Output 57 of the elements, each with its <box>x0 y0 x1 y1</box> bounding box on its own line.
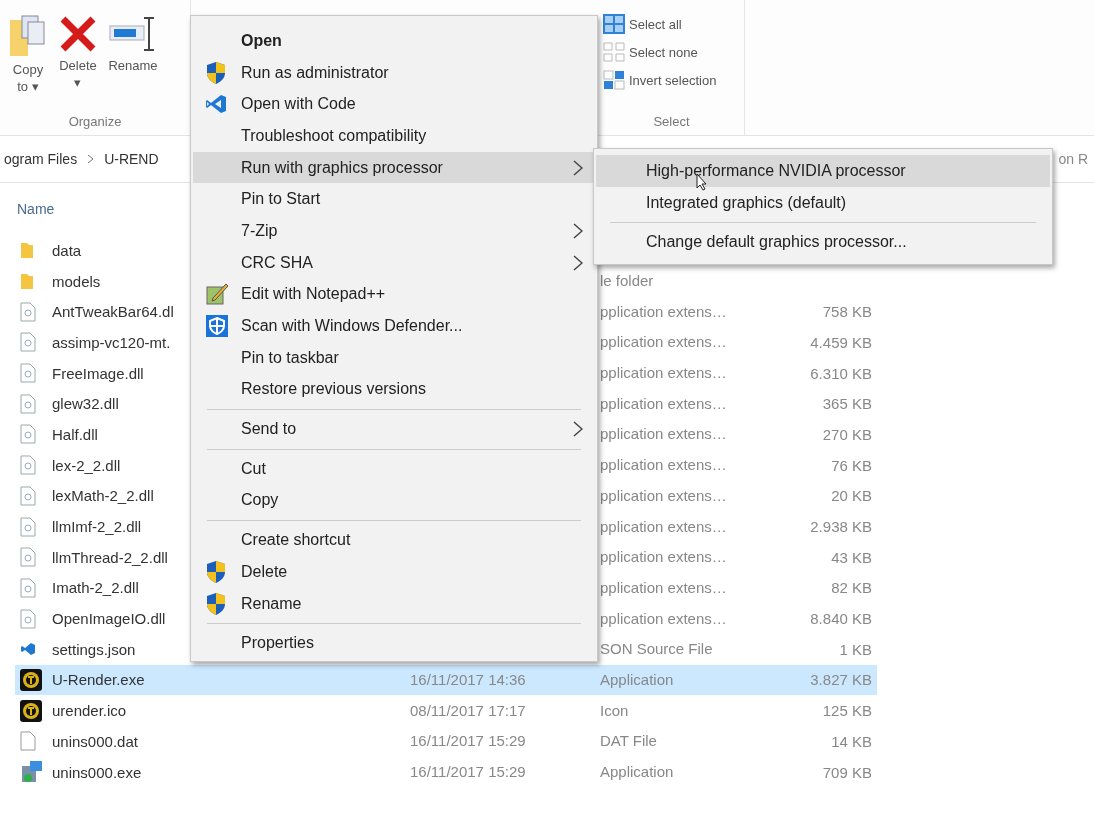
file-size: 709 KB <box>822 763 872 781</box>
file-type: pplication extens… <box>600 425 727 443</box>
file-type: pplication extens… <box>600 548 727 566</box>
file-size: 6.310 KB <box>810 364 872 382</box>
file-size: 2.938 KB <box>810 518 872 536</box>
file-type: DAT File <box>600 732 657 750</box>
file-type: pplication extens… <box>600 609 727 627</box>
file-date: 16/11/2017 14:36 <box>410 670 526 688</box>
file-type: pplication extens… <box>600 517 727 535</box>
file-size: 76 KB <box>831 456 872 474</box>
file-size: 1 KB <box>839 640 872 658</box>
file-name: lexMath-2_2.dll <box>52 487 154 505</box>
file-name: U-Render.exe <box>52 671 145 689</box>
group-label: Select <box>653 114 690 129</box>
file-name: AntTweakBar64.dl <box>52 303 174 321</box>
file-type: pplication extens… <box>600 578 727 596</box>
file-name: Imath-2_2.dll <box>52 579 139 597</box>
file-size: 8.840 KB <box>810 610 872 628</box>
file-size: 365 KB <box>822 395 872 413</box>
file-name: FreeImage.dll <box>52 364 144 382</box>
file-type: Application <box>600 670 674 688</box>
file-size: 4.459 KB <box>810 333 872 351</box>
file-name: glew32.dll <box>52 395 119 413</box>
file-name: settings.json <box>52 640 136 658</box>
group-label: Organize <box>68 114 122 129</box>
file-name: models <box>52 272 101 290</box>
file-date: 16/11/2017 15:29 <box>410 763 526 781</box>
file-date: 08/11/2017 17:17 <box>410 701 526 719</box>
file-name: unins000.dat <box>52 732 138 750</box>
file-type: pplication extens… <box>600 302 727 320</box>
file-size: 3.827 KB <box>810 671 872 689</box>
file-size: 14 KB <box>831 732 872 750</box>
file-name: unins000.exe <box>52 763 142 781</box>
file-name: OpenImageIO.dll <box>52 610 166 628</box>
file-type: pplication extens… <box>600 394 727 412</box>
file-name: Half.dll <box>52 425 98 443</box>
file-type: Icon <box>600 701 629 719</box>
file-name: llmImf-2_2.dll <box>52 518 142 536</box>
file-name: urender.ico <box>52 702 127 720</box>
file-size: 125 KB <box>822 702 872 720</box>
file-size: 82 KB <box>831 579 872 597</box>
file-type: Application <box>600 763 674 781</box>
file-type: pplication extens… <box>600 456 727 474</box>
file-type: pplication extens… <box>600 486 727 504</box>
file-name: data <box>52 241 82 259</box>
file-size: 20 KB <box>831 487 872 505</box>
file-name: assimp-vc120-mt. <box>52 333 171 351</box>
file-type: pplication extens… <box>600 333 727 351</box>
file-type: SON Source File <box>600 640 713 658</box>
file-date: 16/11/2017 15:29 <box>410 732 526 750</box>
file-name: lex-2_2.dll <box>52 456 121 474</box>
file-name: llmThread-2_2.dll <box>52 548 168 566</box>
file-type: le folder <box>600 272 654 290</box>
file-type: pplication extens… <box>600 364 727 382</box>
file-size: 758 KB <box>822 303 872 321</box>
file-size: 43 KB <box>831 548 872 566</box>
file-size: 270 KB <box>822 425 872 443</box>
